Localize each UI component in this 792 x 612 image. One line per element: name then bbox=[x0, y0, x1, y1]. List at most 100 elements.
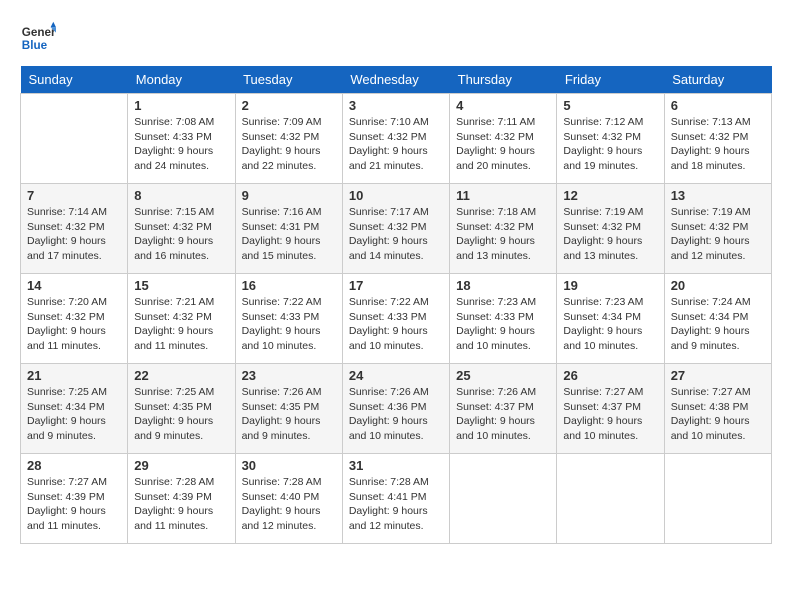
day-info: Sunrise: 7:09 AMSunset: 4:32 PMDaylight:… bbox=[242, 115, 336, 174]
day-number: 4 bbox=[456, 98, 550, 113]
day-number: 28 bbox=[27, 458, 121, 473]
header-monday: Monday bbox=[128, 66, 235, 94]
day-number: 2 bbox=[242, 98, 336, 113]
calendar-week-2: 7 Sunrise: 7:14 AMSunset: 4:32 PMDaylight… bbox=[21, 184, 772, 274]
day-info: Sunrise: 7:28 AMSunset: 4:39 PMDaylight:… bbox=[134, 475, 228, 534]
daylight-hours: Daylight: 9 hours and 10 minutes. bbox=[456, 415, 535, 442]
calendar-table: SundayMondayTuesdayWednesdayThursdayFrid… bbox=[20, 66, 772, 544]
calendar-cell bbox=[664, 454, 771, 544]
daylight-hours: Daylight: 9 hours and 12 minutes. bbox=[671, 235, 750, 262]
calendar-week-4: 21Sunrise: 7:25 AMSunset: 4:34 PMDayligh… bbox=[21, 364, 772, 454]
calendar-cell: 14Sunrise: 7:20 AMSunset: 4:32 PMDayligh… bbox=[21, 274, 128, 364]
daylight-hours: Daylight: 9 hours and 17 minutes. bbox=[27, 235, 106, 262]
day-number: 5 bbox=[563, 98, 657, 113]
daylight-hours: Daylight: 9 hours and 10 minutes. bbox=[349, 415, 428, 442]
day-number: 24 bbox=[349, 368, 443, 383]
day-number: 22 bbox=[134, 368, 228, 383]
day-info: Sunrise: 7:12 AMSunset: 4:32 PMDaylight:… bbox=[563, 115, 657, 174]
calendar-cell: 2 Sunrise: 7:09 AMSunset: 4:32 PMDaylight… bbox=[235, 94, 342, 184]
day-number: 30 bbox=[242, 458, 336, 473]
daylight-hours: Daylight: 9 hours and 11 minutes. bbox=[27, 505, 106, 532]
logo-icon: General Blue bbox=[20, 20, 56, 56]
day-info: Sunrise: 7:27 AMSunset: 4:37 PMDaylight:… bbox=[563, 385, 657, 444]
day-info: Sunrise: 7:28 AMSunset: 4:41 PMDaylight:… bbox=[349, 475, 443, 534]
day-info: Sunrise: 7:11 AMSunset: 4:32 PMDaylight:… bbox=[456, 115, 550, 174]
calendar-cell: 8Sunrise: 7:15 AMSunset: 4:32 PMDaylight… bbox=[128, 184, 235, 274]
calendar-cell: 11Sunrise: 7:18 AMSunset: 4:32 PMDayligh… bbox=[450, 184, 557, 274]
day-info: Sunrise: 7:17 AMSunset: 4:32 PMDaylight:… bbox=[349, 205, 443, 264]
calendar-cell: 16Sunrise: 7:22 AMSunset: 4:33 PMDayligh… bbox=[235, 274, 342, 364]
header-wednesday: Wednesday bbox=[342, 66, 449, 94]
day-number: 25 bbox=[456, 368, 550, 383]
daylight-hours: Daylight: 9 hours and 10 minutes. bbox=[563, 325, 642, 352]
svg-text:General: General bbox=[22, 26, 56, 39]
day-number: 15 bbox=[134, 278, 228, 293]
calendar-cell bbox=[450, 454, 557, 544]
day-info: Sunrise: 7:14 AMSunset: 4:32 PMDaylight:… bbox=[27, 205, 121, 264]
daylight-hours: Daylight: 9 hours and 12 minutes. bbox=[349, 505, 428, 532]
daylight-hours: Daylight: 9 hours and 10 minutes. bbox=[563, 415, 642, 442]
calendar-week-5: 28Sunrise: 7:27 AMSunset: 4:39 PMDayligh… bbox=[21, 454, 772, 544]
calendar-cell: 10Sunrise: 7:17 AMSunset: 4:32 PMDayligh… bbox=[342, 184, 449, 274]
calendar-cell: 12Sunrise: 7:19 AMSunset: 4:32 PMDayligh… bbox=[557, 184, 664, 274]
page-header: General Blue bbox=[20, 20, 772, 56]
daylight-hours: Daylight: 9 hours and 10 minutes. bbox=[242, 325, 321, 352]
calendar-cell: 9Sunrise: 7:16 AMSunset: 4:31 PMDaylight… bbox=[235, 184, 342, 274]
calendar-cell: 6Sunrise: 7:13 AMSunset: 4:32 PMDaylight… bbox=[664, 94, 771, 184]
svg-text:Blue: Blue bbox=[22, 39, 48, 52]
calendar-cell: 20 Sunrise: 7:24 AMSunset: 4:34 PMDayligh… bbox=[664, 274, 771, 364]
day-number: 1 bbox=[134, 98, 228, 113]
daylight-hours: Daylight: 9 hours and 14 minutes. bbox=[349, 235, 428, 262]
calendar-cell: 27 Sunrise: 7:27 AMSunset: 4:38 PMDayligh… bbox=[664, 364, 771, 454]
day-number: 11 bbox=[456, 188, 550, 203]
daylight-hours: Daylight: 9 hours and 16 minutes. bbox=[134, 235, 213, 262]
day-info: Sunrise: 7:26 AMSunset: 4:37 PMDaylight:… bbox=[456, 385, 550, 444]
calendar-cell: 30 Sunrise: 7:28 AMSunset: 4:40 PMDayligh… bbox=[235, 454, 342, 544]
calendar-cell: 15Sunrise: 7:21 AMSunset: 4:32 PMDayligh… bbox=[128, 274, 235, 364]
day-number: 23 bbox=[242, 368, 336, 383]
day-info: Sunrise: 7:25 AMSunset: 4:34 PMDaylight:… bbox=[27, 385, 121, 444]
day-number: 3 bbox=[349, 98, 443, 113]
calendar-cell bbox=[21, 94, 128, 184]
day-number: 26 bbox=[563, 368, 657, 383]
day-info: Sunrise: 7:28 AMSunset: 4:40 PMDaylight:… bbox=[242, 475, 336, 534]
day-info: Sunrise: 7:10 AMSunset: 4:32 PMDaylight:… bbox=[349, 115, 443, 174]
day-info: Sunrise: 7:15 AMSunset: 4:32 PMDaylight:… bbox=[134, 205, 228, 264]
calendar-cell: 28Sunrise: 7:27 AMSunset: 4:39 PMDayligh… bbox=[21, 454, 128, 544]
day-number: 18 bbox=[456, 278, 550, 293]
daylight-hours: Daylight: 9 hours and 9 minutes. bbox=[134, 415, 213, 442]
day-info: Sunrise: 7:23 AMSunset: 4:34 PMDaylight:… bbox=[563, 295, 657, 354]
day-number: 9 bbox=[242, 188, 336, 203]
day-number: 27 bbox=[671, 368, 765, 383]
day-info: Sunrise: 7:27 AMSunset: 4:38 PMDaylight:… bbox=[671, 385, 765, 444]
calendar-cell: 29Sunrise: 7:28 AMSunset: 4:39 PMDayligh… bbox=[128, 454, 235, 544]
day-info: Sunrise: 7:20 AMSunset: 4:32 PMDaylight:… bbox=[27, 295, 121, 354]
calendar-cell: 1Sunrise: 7:08 AMSunset: 4:33 PMDaylight… bbox=[128, 94, 235, 184]
calendar-cell: 21Sunrise: 7:25 AMSunset: 4:34 PMDayligh… bbox=[21, 364, 128, 454]
daylight-hours: Daylight: 9 hours and 10 minutes. bbox=[671, 415, 750, 442]
day-number: 16 bbox=[242, 278, 336, 293]
day-number: 7 bbox=[27, 188, 121, 203]
daylight-hours: Daylight: 9 hours and 9 minutes. bbox=[242, 415, 321, 442]
daylight-hours: Daylight: 9 hours and 11 minutes. bbox=[134, 505, 213, 532]
daylight-hours: Daylight: 9 hours and 10 minutes. bbox=[349, 325, 428, 352]
daylight-hours: Daylight: 9 hours and 12 minutes. bbox=[242, 505, 321, 532]
day-info: Sunrise: 7:22 AMSunset: 4:33 PMDaylight:… bbox=[349, 295, 443, 354]
daylight-hours: Daylight: 9 hours and 20 minutes. bbox=[456, 145, 535, 172]
calendar-cell: 13Sunrise: 7:19 AMSunset: 4:32 PMDayligh… bbox=[664, 184, 771, 274]
daylight-hours: Daylight: 9 hours and 24 minutes. bbox=[134, 145, 213, 172]
day-info: Sunrise: 7:24 AMSunset: 4:34 PMDaylight:… bbox=[671, 295, 765, 354]
daylight-hours: Daylight: 9 hours and 11 minutes. bbox=[27, 325, 106, 352]
calendar-week-1: 1Sunrise: 7:08 AMSunset: 4:33 PMDaylight… bbox=[21, 94, 772, 184]
daylight-hours: Daylight: 9 hours and 15 minutes. bbox=[242, 235, 321, 262]
day-number: 13 bbox=[671, 188, 765, 203]
day-info: Sunrise: 7:26 AMSunset: 4:35 PMDaylight:… bbox=[242, 385, 336, 444]
day-info: Sunrise: 7:26 AMSunset: 4:36 PMDaylight:… bbox=[349, 385, 443, 444]
daylight-hours: Daylight: 9 hours and 13 minutes. bbox=[563, 235, 642, 262]
day-number: 20 bbox=[671, 278, 765, 293]
daylight-hours: Daylight: 9 hours and 21 minutes. bbox=[349, 145, 428, 172]
calendar-header-row: SundayMondayTuesdayWednesdayThursdayFrid… bbox=[21, 66, 772, 94]
calendar-week-3: 14Sunrise: 7:20 AMSunset: 4:32 PMDayligh… bbox=[21, 274, 772, 364]
daylight-hours: Daylight: 9 hours and 22 minutes. bbox=[242, 145, 321, 172]
day-number: 12 bbox=[563, 188, 657, 203]
